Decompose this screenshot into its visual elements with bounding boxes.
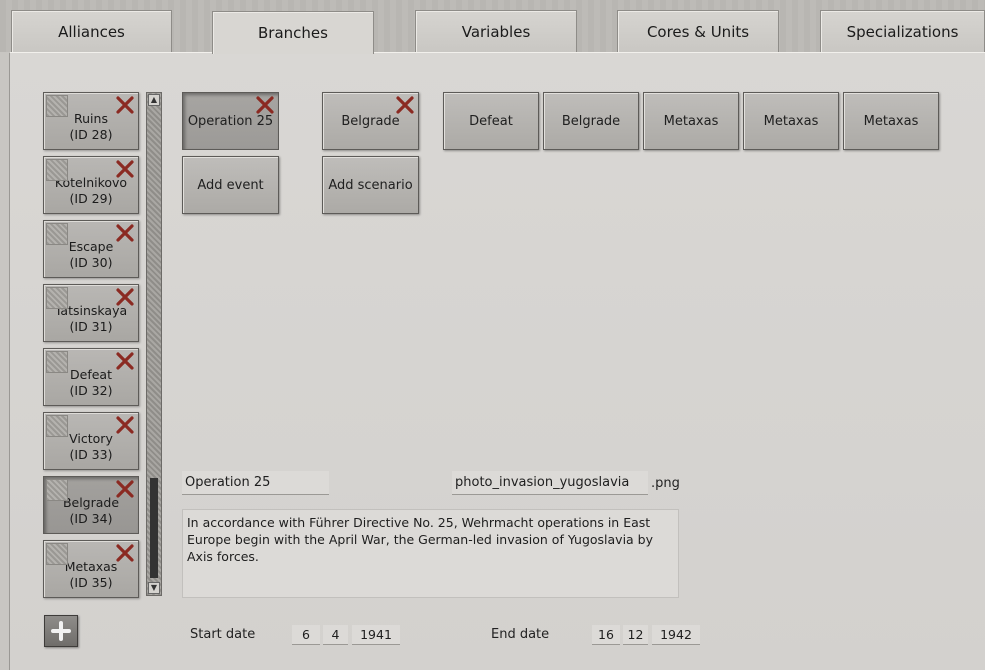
delete-x-icon[interactable] bbox=[115, 415, 135, 435]
end-month-value: 12 bbox=[627, 627, 644, 642]
start-year-value: 1941 bbox=[360, 627, 392, 642]
plus-icon bbox=[51, 621, 71, 641]
add-scenario-label: Add scenario bbox=[328, 177, 413, 193]
scenario-name: Ruins bbox=[74, 111, 108, 126]
outcome-label: Metaxas bbox=[863, 113, 919, 129]
tab-label: Branches bbox=[258, 24, 328, 42]
tab-label: Specializations bbox=[846, 22, 959, 41]
scenario-list-item[interactable]: Defeat (ID 32) bbox=[43, 348, 139, 406]
tab-label: Cores & Units bbox=[646, 22, 750, 41]
scenario-name: Defeat bbox=[70, 367, 112, 382]
delete-x-icon[interactable] bbox=[115, 351, 135, 371]
image-name-value: photo_invasion_yugoslavia bbox=[455, 475, 630, 490]
event-description-textarea[interactable]: In accordance with Führer Directive No. … bbox=[182, 509, 679, 598]
add-scenario-plus-button[interactable] bbox=[44, 615, 78, 647]
scenario-image-icon bbox=[46, 415, 68, 437]
scenario-image-icon bbox=[46, 287, 68, 309]
outcome-label: Belgrade bbox=[561, 113, 621, 129]
tab-label: Variables bbox=[461, 22, 531, 41]
delete-x-icon[interactable] bbox=[115, 223, 135, 243]
delete-x-icon[interactable] bbox=[115, 95, 135, 115]
event-name-value: Operation 25 bbox=[185, 475, 271, 490]
tab-specializations[interactable]: Specializations bbox=[820, 10, 985, 52]
scenario-list-item[interactable]: Victory (ID 33) bbox=[43, 412, 139, 470]
image-extension-label: .png bbox=[651, 476, 680, 491]
start-day-value: 6 bbox=[302, 627, 310, 642]
tab-label: Alliances bbox=[58, 22, 125, 41]
scenario-image-icon bbox=[46, 223, 68, 245]
event-name-input[interactable]: Operation 25 bbox=[182, 471, 329, 495]
start-month-value: 4 bbox=[331, 627, 340, 642]
scenario-list-item[interactable]: Kotelnikovo (ID 29) bbox=[43, 156, 139, 214]
outcome-belgrade-button[interactable]: Belgrade bbox=[543, 92, 639, 150]
outcome-defeat-button[interactable]: Defeat bbox=[443, 92, 539, 150]
scenario-list-scrollbar[interactable]: ▲ ▼ bbox=[146, 92, 162, 596]
scenario-id: (ID 31) bbox=[69, 319, 113, 334]
delete-x-icon[interactable] bbox=[395, 95, 415, 115]
end-year-value: 1942 bbox=[660, 627, 692, 642]
scenario-label: Belgrade bbox=[341, 113, 400, 129]
tab-cores-units[interactable]: Cores & Units bbox=[617, 10, 779, 52]
outcome-label: Metaxas bbox=[763, 113, 819, 129]
scenario-name: Belgrade bbox=[62, 495, 120, 510]
end-day-value: 16 bbox=[598, 627, 614, 642]
scenario-id: (ID 35) bbox=[69, 575, 113, 590]
start-date-label: Start date bbox=[190, 627, 256, 642]
add-event-label: Add event bbox=[197, 177, 264, 193]
end-year-input[interactable]: 1942 bbox=[652, 625, 700, 645]
scenario-image-icon bbox=[46, 479, 68, 501]
event-description-text: In accordance with Führer Directive No. … bbox=[187, 515, 654, 564]
outcome-metaxas-button[interactable]: Metaxas bbox=[643, 92, 739, 150]
scenario-id: (ID 30) bbox=[69, 255, 113, 270]
outcome-label: Defeat bbox=[469, 113, 513, 129]
scenario-list-item[interactable]: Escape (ID 30) bbox=[43, 220, 139, 278]
scenario-id: (ID 34) bbox=[69, 511, 113, 526]
add-scenario-button[interactable]: Add scenario bbox=[322, 156, 419, 214]
scroll-up-arrow-icon[interactable]: ▲ bbox=[148, 94, 160, 106]
scenario-list-item[interactable]: Metaxas (ID 35) bbox=[43, 540, 139, 598]
scrollbar-thumb[interactable] bbox=[150, 478, 158, 578]
delete-x-icon[interactable] bbox=[115, 159, 135, 179]
scenario-id: (ID 33) bbox=[69, 447, 113, 462]
scenario-image-icon bbox=[46, 159, 68, 181]
scenario-image-icon bbox=[46, 95, 68, 117]
tab-alliances[interactable]: Alliances bbox=[11, 10, 172, 52]
delete-x-icon[interactable] bbox=[115, 479, 135, 499]
end-day-input[interactable]: 16 bbox=[592, 625, 620, 645]
delete-x-icon[interactable] bbox=[115, 543, 135, 563]
tab-branches[interactable]: Branches bbox=[212, 11, 374, 54]
scenario-name: Escape bbox=[68, 239, 114, 254]
scenario-id: (ID 29) bbox=[69, 191, 113, 206]
tab-variables[interactable]: Variables bbox=[415, 10, 577, 52]
outcome-metaxas-button[interactable]: Metaxas bbox=[743, 92, 839, 150]
scenario-belgrade-button[interactable]: Belgrade bbox=[322, 92, 419, 150]
end-month-input[interactable]: 12 bbox=[623, 625, 648, 645]
scenario-image-icon bbox=[46, 351, 68, 373]
scenario-name: Victory bbox=[69, 431, 113, 446]
end-date-label: End date bbox=[491, 627, 550, 642]
delete-x-icon[interactable] bbox=[115, 287, 135, 307]
scenario-name: Metaxas bbox=[64, 559, 118, 574]
scroll-down-arrow-icon[interactable]: ▼ bbox=[148, 582, 160, 594]
add-event-button[interactable]: Add event bbox=[182, 156, 279, 214]
start-year-input[interactable]: 1941 bbox=[352, 625, 400, 645]
event-operation-25-button[interactable]: Operation 25 bbox=[182, 92, 279, 150]
scenario-list-item[interactable]: Ruins (ID 28) bbox=[43, 92, 139, 150]
image-name-input[interactable]: photo_invasion_yugoslavia bbox=[452, 471, 648, 495]
start-day-input[interactable]: 6 bbox=[292, 625, 320, 645]
scenario-list-item-selected[interactable]: Belgrade (ID 34) bbox=[43, 476, 139, 534]
outcome-label: Metaxas bbox=[663, 113, 719, 129]
event-label: Operation 25 bbox=[187, 113, 274, 129]
outcome-metaxas-button[interactable]: Metaxas bbox=[843, 92, 939, 150]
scenario-image-icon bbox=[46, 543, 68, 565]
scenario-list-item[interactable]: Tatsinskaya (ID 31) bbox=[43, 284, 139, 342]
scenario-id: (ID 28) bbox=[69, 127, 113, 142]
scenario-id: (ID 32) bbox=[69, 383, 113, 398]
start-month-input[interactable]: 4 bbox=[323, 625, 348, 645]
delete-x-icon[interactable] bbox=[255, 95, 275, 115]
